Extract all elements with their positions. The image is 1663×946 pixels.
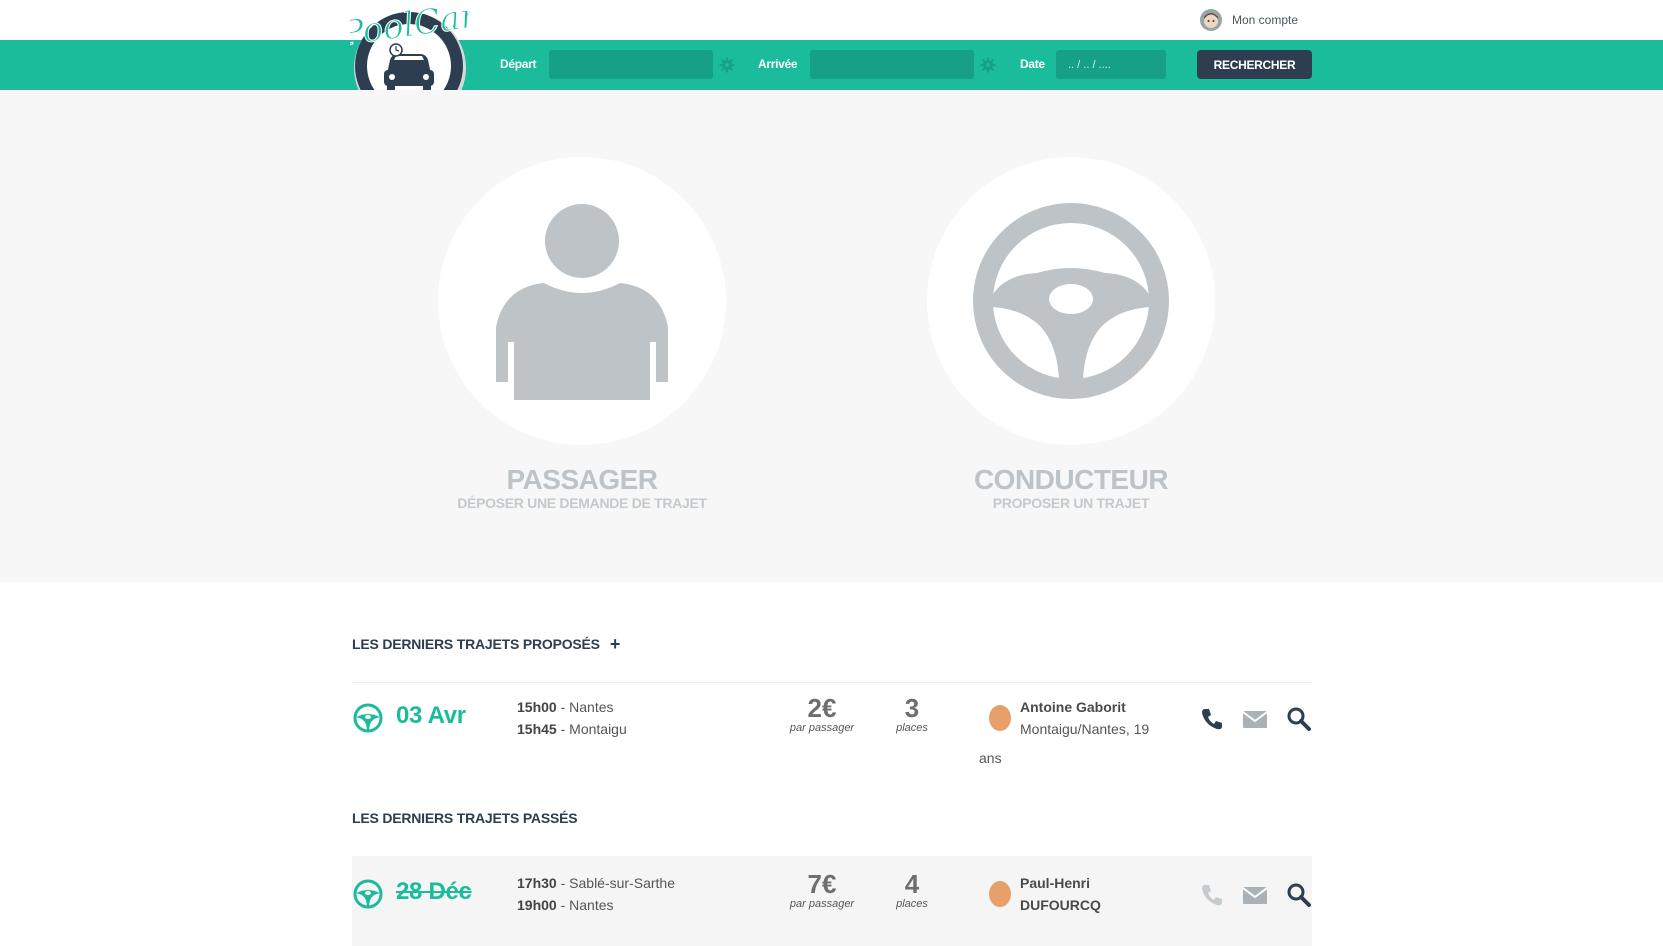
passenger-role-card[interactable]: PASSAGER DÉPOSER UNE DEMANDE DE TRAJET [438, 157, 726, 511]
arrivee-input[interactable] [810, 50, 974, 79]
dash: - [556, 699, 570, 715]
price-value: 7€ [807, 869, 837, 899]
depart-time: 17h30 [517, 875, 557, 891]
past-trips-title: LES DERNIERS TRAJETS PASSÉS [352, 810, 578, 826]
trip-price: 2€ par passager [782, 694, 862, 734]
places-value: 3 [904, 693, 920, 723]
price-unit: par passager [789, 722, 855, 734]
trip-price: 7€ par passager [782, 870, 862, 910]
depart-input[interactable] [549, 50, 713, 79]
arrival-city: Nantes [569, 897, 614, 913]
phone-icon[interactable] [1199, 882, 1225, 908]
passenger-subtitle[interactable]: DÉPOSER UNE DEMANDE DE TRAJET [438, 495, 726, 511]
trip-date: 28 Déc [396, 878, 472, 905]
price-value: 2€ [807, 693, 837, 723]
proposed-trips-title: LES DERNIERS TRAJETS PROPOSÉS + [352, 634, 620, 655]
arrivee-label: Arrivée [758, 57, 798, 71]
driver-last-name[interactable]: DUFOURCQ [1020, 897, 1101, 913]
add-trip-button[interactable]: + [610, 634, 621, 655]
mail-icon[interactable] [1242, 706, 1268, 732]
driver-info: Antoine Gaborit Montaigu/Nantes, 19 [1020, 696, 1160, 740]
arrivee-gear-icon[interactable] [980, 57, 996, 73]
depart-city: Sablé-sur-Sarthe [569, 875, 675, 891]
driver-details: Montaigu/Nantes, 19 [1020, 721, 1150, 737]
arrival-city: Montaigu [569, 721, 627, 737]
driver-age-unit: ans [979, 750, 1002, 766]
arrival-time: 19h00 [517, 897, 557, 913]
steering-wheel-icon [353, 879, 383, 909]
places-unit: places [896, 898, 928, 910]
dash: - [556, 721, 570, 737]
depart-gear-icon[interactable] [719, 57, 735, 73]
search-icon[interactable] [1286, 882, 1312, 908]
proposed-trips-title-text: LES DERNIERS TRAJETS PROPOSÉS [352, 636, 600, 652]
driver-name[interactable]: Antoine Gaborit [1020, 699, 1126, 715]
top-bar: Mon compte [0, 0, 1663, 40]
phone-icon[interactable] [1199, 706, 1225, 732]
places-unit: places [896, 722, 928, 734]
trip-row[interactable]: 28 Déc 17h30 - Sablé-sur-Sarthe 19h00 - … [352, 856, 1312, 946]
hero-section [0, 90, 1663, 582]
places-value: 4 [904, 869, 920, 899]
steering-wheel-icon [973, 203, 1169, 399]
trip-times: 15h00 - Nantes 15h45 - Montaigu [517, 696, 627, 740]
price-unit: par passager [789, 898, 855, 910]
driver-subtitle[interactable]: PROPOSER UN TRAJET [927, 495, 1215, 511]
passenger-circle[interactable] [438, 157, 726, 445]
driver-role-card[interactable]: CONDUCTEUR PROPOSER UN TRAJET [927, 157, 1215, 511]
depart-time: 15h00 [517, 699, 557, 715]
date-label: Date [1020, 57, 1045, 71]
mail-icon[interactable] [1242, 882, 1268, 908]
trip-places: 4 places [892, 870, 932, 910]
passenger-title[interactable]: PASSAGER [438, 465, 726, 495]
user-avatar-icon [1200, 9, 1222, 31]
driver-circle[interactable] [927, 157, 1215, 445]
account-menu[interactable]: Mon compte [1200, 9, 1298, 31]
driver-first-name[interactable]: Paul-Henri [1020, 875, 1090, 891]
dash: - [556, 897, 570, 913]
trip-row[interactable]: 03 Avr 15h00 - Nantes 15h45 - Montaigu 2… [352, 680, 1312, 770]
depart-city: Nantes [569, 699, 614, 715]
depart-label: Départ [500, 57, 537, 71]
driver-avatar-icon [989, 881, 1011, 907]
person-icon [496, 204, 668, 400]
driver-title[interactable]: CONDUCTEUR [927, 465, 1215, 495]
dash: - [556, 875, 570, 891]
account-label[interactable]: Mon compte [1232, 13, 1298, 27]
driver-info: Paul-Henri DUFOURCQ [1020, 872, 1160, 916]
trip-times: 17h30 - Sablé-sur-Sarthe 19h00 - Nantes [517, 872, 675, 916]
driver-avatar-icon [989, 705, 1011, 731]
date-input[interactable] [1056, 50, 1166, 79]
search-icon[interactable] [1286, 706, 1312, 732]
trip-date: 03 Avr [396, 702, 466, 729]
trip-places: 3 places [892, 694, 932, 734]
search-button[interactable]: RECHERCHER [1197, 50, 1312, 79]
arrival-time: 15h45 [517, 721, 557, 737]
steering-wheel-icon [353, 703, 383, 733]
